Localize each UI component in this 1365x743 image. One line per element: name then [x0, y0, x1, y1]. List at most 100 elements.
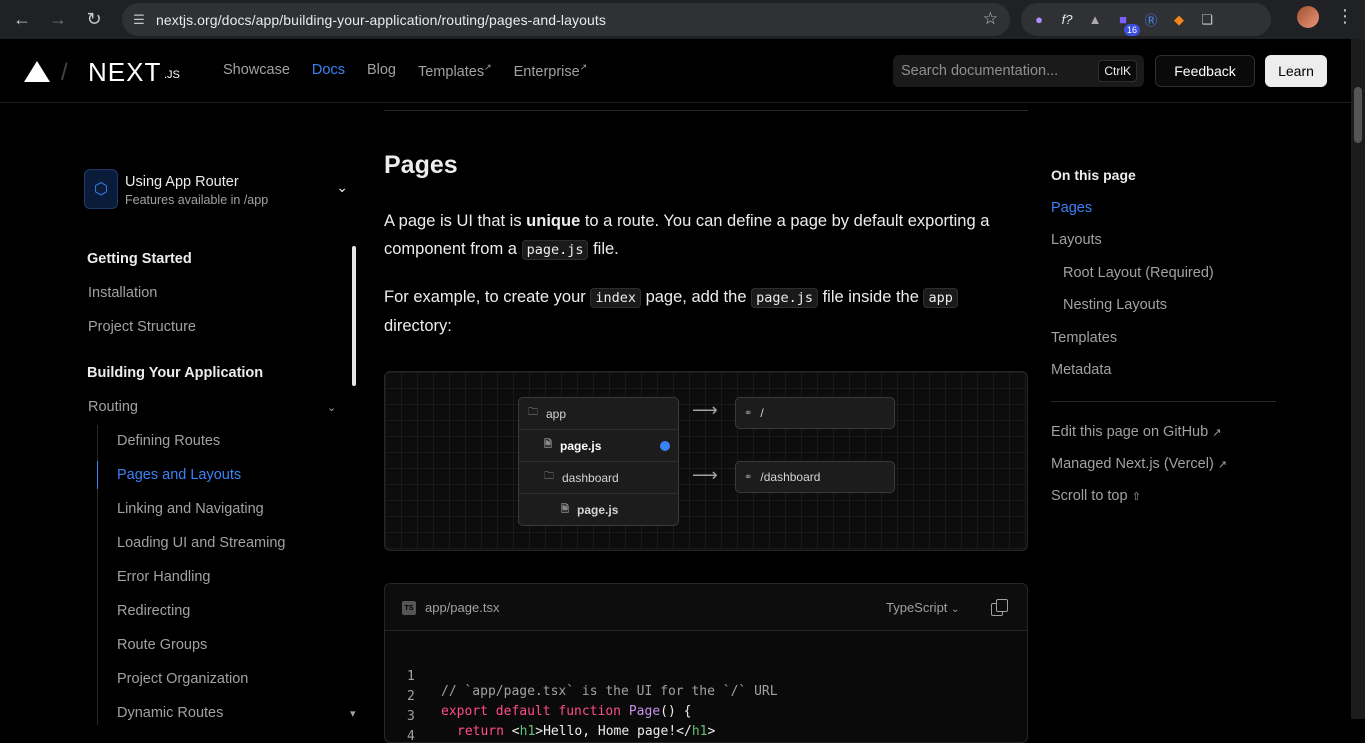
sidebar-item-project-organization[interactable]: Project Organization — [117, 671, 248, 687]
inline-code: app — [923, 288, 958, 308]
toc-title: On this page — [1051, 167, 1136, 183]
logo-separator: / — [61, 59, 68, 86]
toc-item-metadata[interactable]: Metadata — [1051, 362, 1111, 378]
nav-blog[interactable]: Blog — [367, 62, 396, 80]
code-plain: > — [707, 724, 716, 739]
address-bar[interactable]: ☰ nextjs.org/docs/app/building-your-appl… — [122, 3, 1010, 36]
toc-item-templates[interactable]: Templates — [1051, 330, 1117, 346]
nav-templates[interactable]: Templates↗ — [418, 62, 492, 80]
language-select[interactable]: TypeScript ⌄ — [886, 600, 959, 615]
nextjs-logo[interactable]: NEXT — [88, 57, 161, 88]
extension-icon[interactable]: Ⓡ — [1141, 10, 1161, 30]
code-tag: h1 — [519, 724, 536, 739]
scroll-to-top-link[interactable]: Scroll to top ⇧ — [1051, 488, 1141, 504]
tree-row-page: 🗎 page.js — [519, 430, 678, 462]
sidebar-item-routing[interactable]: Routing — [88, 399, 138, 415]
toc-item-nesting-layouts[interactable]: Nesting Layouts — [1063, 297, 1167, 313]
folder-icon: 🗀 — [528, 407, 538, 418]
extension-icon[interactable]: ■ 16 — [1113, 10, 1140, 36]
font-extension-icon[interactable]: f? — [1057, 10, 1077, 30]
folder-icon: 🗀 — [544, 471, 554, 482]
bookmark-star-icon[interactable]: ☆ — [983, 9, 998, 29]
site-settings-icon[interactable]: ☰ — [122, 12, 156, 28]
route-label: / — [760, 406, 764, 420]
scrollbar-thumb[interactable] — [1354, 87, 1362, 143]
chevron-down-icon[interactable]: ⌄ — [327, 401, 336, 414]
external-arrow-icon: ↗ — [484, 62, 492, 72]
vercel-logo-icon[interactable] — [24, 61, 50, 82]
arrow-icon: ⟶ — [692, 465, 718, 485]
metamask-icon[interactable]: ◆ — [1169, 10, 1189, 30]
learn-button[interactable]: Learn — [1265, 55, 1327, 87]
puzzle-extensions-icon[interactable]: ❏ — [1197, 10, 1217, 30]
text: directory: — [384, 317, 452, 335]
inline-code: page.js — [521, 240, 589, 260]
sidebar-item-linking-and-navigating[interactable]: Linking and Navigating — [117, 501, 264, 517]
search-input[interactable]: Search documentation... CtrlK — [893, 55, 1144, 87]
external-arrow-icon: ↗ — [579, 62, 588, 72]
extension-icon[interactable]: ▲ — [1085, 10, 1105, 30]
sidebar-item-project-structure[interactable]: Project Structure — [88, 319, 196, 335]
sidebar-scrollbar[interactable] — [352, 246, 356, 386]
chevron-down-icon: ⌄ — [336, 179, 348, 195]
back-icon[interactable]: ← — [4, 4, 40, 34]
routing-diagram: 🗀 app 🗎 page.js 🗀 dashboard 🗎 page.js ⟶ ⟶ ⚭ /… — [384, 371, 1028, 551]
link-label: Edit this page on GitHub — [1051, 424, 1209, 440]
paragraph-example: For example, to create your index page, … — [384, 283, 1024, 340]
section-divider — [384, 110, 1028, 111]
scroll-down-arrow-icon[interactable]: ▾ — [350, 707, 356, 720]
tree-row-dashboard-page: 🗎 page.js — [519, 494, 678, 526]
file-icon: 🗎 — [544, 439, 553, 450]
profile-avatar[interactable] — [1297, 6, 1319, 28]
text: For example, to create your — [384, 288, 591, 306]
text: file. — [588, 240, 619, 258]
toc-item-root-layout[interactable]: Root Layout (Required) — [1063, 265, 1214, 281]
tree-label: page.js — [577, 503, 619, 517]
bold-text: unique — [526, 212, 581, 230]
sidebar-item-loading-ui-and-streaming[interactable]: Loading UI and Streaming — [117, 535, 285, 551]
tree-label: page.js — [560, 438, 602, 453]
extension-icon[interactable]: ● — [1029, 10, 1049, 30]
globe-icon: ⚭ — [744, 407, 753, 419]
nav-docs[interactable]: Docs — [312, 62, 345, 80]
arrow-icon: ⟶ — [692, 400, 718, 420]
tree-row-dashboard: 🗀 dashboard — [519, 462, 678, 494]
nav-templates-label: Templates — [417, 63, 485, 80]
external-arrow-icon: ↗ — [1212, 427, 1222, 439]
sidebar-item-pages-and-layouts[interactable]: Pages and Layouts — [117, 467, 241, 483]
sidebar-item-installation[interactable]: Installation — [88, 285, 157, 301]
code-keyword: export default function — [441, 704, 622, 719]
router-title: Using App Router — [125, 174, 239, 190]
sidebar-active-indicator — [97, 461, 98, 489]
toc-item-layouts[interactable]: Layouts — [1051, 232, 1102, 248]
sidebar-item-redirecting[interactable]: Redirecting — [117, 603, 190, 619]
text: A page is UI that is — [384, 212, 527, 230]
feedback-button[interactable]: Feedback — [1155, 55, 1255, 87]
site-header: / NEXT .JS Showcase Docs Blog Templates↗… — [0, 39, 1351, 103]
url-text: nextjs.org/docs/app/building-your-applic… — [156, 11, 606, 28]
nav-enterprise[interactable]: Enterprise↗ — [514, 62, 588, 80]
browser-toolbar: ← → ↻ ☰ nextjs.org/docs/app/building-you… — [0, 0, 1365, 39]
page-scrollbar[interactable] — [1351, 39, 1365, 719]
copy-icon[interactable] — [991, 599, 1008, 616]
sidebar-item-defining-routes[interactable]: Defining Routes — [117, 433, 220, 449]
edit-on-github-link[interactable]: Edit this page on GitHub ↗ — [1051, 424, 1221, 440]
forward-icon[interactable]: → — [40, 4, 76, 34]
text: file inside the — [818, 288, 924, 306]
browser-menu-icon[interactable]: ⋮ — [1336, 6, 1354, 27]
top-nav: Showcase Docs Blog Templates↗ Enterprise… — [223, 62, 609, 80]
sidebar-item-building-your-application[interactable]: Building Your Application — [87, 365, 263, 381]
sidebar-item-route-groups[interactable]: Route Groups — [117, 637, 207, 653]
code-plain: < — [511, 724, 520, 739]
link-label: Scroll to top — [1051, 488, 1128, 504]
sidebar-item-getting-started[interactable]: Getting Started — [87, 251, 192, 267]
reload-icon[interactable]: ↻ — [76, 4, 112, 34]
link-label: Managed Next.js (Vercel) — [1051, 456, 1214, 472]
router-selector[interactable]: ⬡ Using App Router Features available in… — [84, 169, 354, 213]
toc-item-pages[interactable]: Pages — [1051, 200, 1092, 216]
arrow-up-circle-icon: ⇧ — [1131, 491, 1141, 503]
nav-showcase[interactable]: Showcase — [223, 62, 290, 80]
managed-nextjs-link[interactable]: Managed Next.js (Vercel) ↗ — [1051, 456, 1227, 472]
sidebar-item-error-handling[interactable]: Error Handling — [117, 569, 211, 585]
search-shortcut-badge: CtrlK — [1098, 60, 1137, 82]
